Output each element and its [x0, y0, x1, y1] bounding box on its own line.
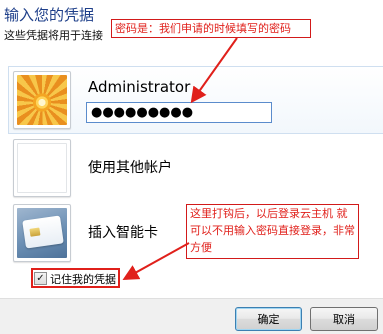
password-arrow — [190, 37, 238, 104]
remember-arrow — [122, 242, 190, 280]
annotation-arrows — [122, 37, 238, 280]
